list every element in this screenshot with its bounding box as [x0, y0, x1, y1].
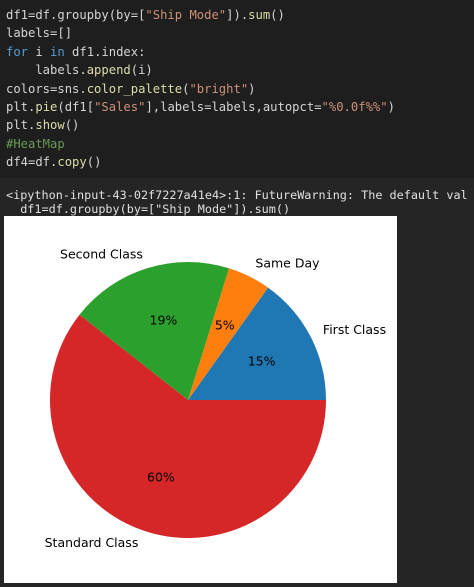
code-token: df1.index: — [64, 44, 146, 59]
code-token: "bright" — [189, 81, 249, 96]
code-token: "Ship Mode" — [145, 8, 227, 22]
code-line: for i in df1.index: — [6, 43, 474, 61]
pie-percent-label: 60% — [147, 470, 175, 485]
code-token: colors=sns. — [6, 81, 87, 96]
code-token: "%0.0f%%" — [321, 99, 388, 114]
pie-label: Second Class — [60, 247, 143, 262]
code-line: df1=df.groupby(by=["Ship Mode"]).sum() — [6, 6, 474, 24]
pie-percent-label: 15% — [248, 354, 276, 369]
code-token: pie — [35, 99, 58, 114]
code-token: (i) — [130, 63, 153, 78]
code-token: #HeatMap — [6, 136, 65, 151]
code-token: in — [50, 44, 65, 59]
code-line: plt.pie(df1["Sales"],labels=labels,autop… — [6, 98, 474, 116]
code-token: "Sales" — [94, 99, 146, 114]
code-token: () — [86, 155, 102, 170]
code-token: i — [28, 44, 51, 59]
pie-chart: First Class 15% Same Day 5% Second Class 19% S… — [45, 247, 386, 550]
code-token: ]). — [226, 8, 249, 22]
pie-percent-label: 19% — [150, 312, 178, 327]
code-token: plt. — [6, 118, 36, 133]
pie-chart-figure: First Class 15% Same Day 5% Second Class 19% S… — [4, 216, 397, 583]
code-line: labels=[] — [6, 24, 474, 42]
code-token: append — [86, 63, 131, 78]
code-token: df1=df.groupby(by=[ — [6, 8, 146, 22]
code-token: ],labels=labels,autopct= — [145, 99, 322, 114]
code-token: plt. — [6, 99, 36, 114]
code-token: sum — [248, 8, 271, 22]
warning-text-line-2: df1=df.groupby(by=["Ship Mode"]).sum() — [6, 202, 291, 216]
code-token: labels. — [6, 63, 87, 78]
pie-label: First Class — [323, 322, 386, 337]
code-line: labels.append(i) — [6, 61, 474, 79]
code-token: (df1[ — [57, 99, 95, 114]
code-cell[interactable]: df1=df.groupby(by=["Ship Mode"]).sum() la… — [0, 0, 474, 178]
code-token: df4=df. — [6, 155, 58, 170]
code-line: plt.show() — [6, 116, 474, 134]
pie-label: Same Day — [255, 255, 320, 270]
code-token: () — [64, 118, 80, 133]
pie-percent-label: 5% — [215, 317, 235, 332]
code-token: ) — [248, 81, 256, 96]
code-token: copy — [57, 155, 87, 170]
code-token: labels=[] — [6, 26, 73, 41]
code-line: df4=df.copy() — [6, 153, 474, 171]
code-line: #HeatMap — [6, 135, 474, 153]
code-line: colors=sns.color_palette("bright") — [6, 80, 474, 98]
code-token: ) — [387, 99, 395, 114]
code-token: show — [35, 118, 65, 133]
warning-text-line-1: <ipython-input-43-02f7227a41e4>:1: Futur… — [6, 188, 468, 202]
code-token: color_palette — [86, 81, 183, 96]
pie-label: Standard Class — [45, 535, 139, 550]
code-token: for — [6, 44, 29, 59]
code-token: () — [270, 8, 285, 22]
